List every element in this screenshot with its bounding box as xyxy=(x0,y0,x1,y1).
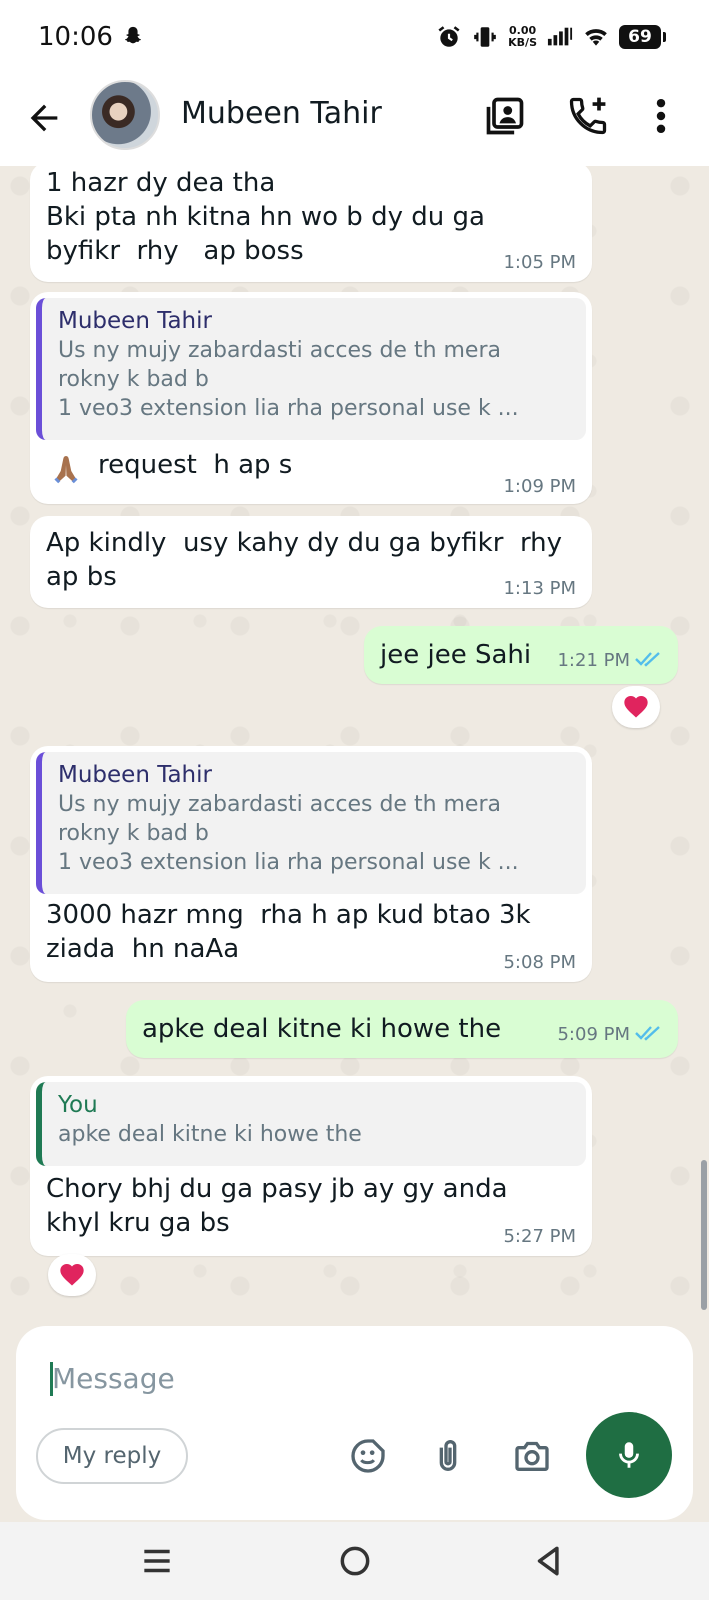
back-icon[interactable] xyxy=(530,1542,568,1580)
message-text: 1 hazr dy dea tha Bki pta nh kitna hn wo… xyxy=(46,168,485,266)
read-ticks-icon xyxy=(635,652,660,667)
quoted-message[interactable]: Mubeen Tahir Us ny mujy zabardasti acces… xyxy=(36,298,586,440)
message-time: 5:09 PM xyxy=(557,1024,664,1045)
system-nav-bar xyxy=(0,1522,709,1600)
composer-area: My reply xyxy=(0,1326,709,1522)
contact-card-icon[interactable] xyxy=(483,94,527,138)
alarm-icon xyxy=(438,26,460,47)
mic-icon xyxy=(619,1442,639,1468)
chat-area[interactable]: 1 hazr dy dea tha Bki pta nh kitna hn wo… xyxy=(0,166,709,1326)
quoted-message[interactable]: Mubeen Tahir Us ny mujy zabardasti acces… xyxy=(36,752,586,894)
status-time: 10:06 xyxy=(38,22,113,52)
folded-hands-emoji xyxy=(48,450,84,486)
signal-icon xyxy=(547,27,573,46)
message-text: Ap kindly usy kahy dy du ga byfikr rhy a… xyxy=(46,528,563,592)
quoted-text: rokny k bad b xyxy=(58,367,209,392)
message-text: jee jee Sahi xyxy=(380,640,532,670)
quoted-sender: You xyxy=(58,1092,98,1118)
incoming-message[interactable]: Mubeen Tahir Us ny mujy zabardasti acces… xyxy=(30,746,592,982)
message-text: request h ap s xyxy=(98,450,293,480)
wifi-icon xyxy=(585,29,607,46)
voice-record-button[interactable] xyxy=(586,1412,672,1498)
message-time: 1:05 PM xyxy=(503,252,576,273)
avatar[interactable] xyxy=(90,80,160,150)
quoted-message[interactable]: You apke deal kitne ki howe the xyxy=(36,1082,586,1166)
message-text: Chory bhj du ga pasy jb ay gy anda khyl … xyxy=(46,1174,508,1238)
back-arrow-icon[interactable] xyxy=(24,98,64,138)
incoming-message[interactable]: You apke deal kitne ki howe the Chory bh… xyxy=(30,1076,592,1256)
quoted-text: rokny k bad b xyxy=(58,821,209,846)
message-composer: My reply xyxy=(16,1326,693,1520)
message-time: 5:08 PM xyxy=(503,952,576,973)
incoming-message[interactable]: Mubeen Tahir Us ny mujy zabardasti acces… xyxy=(30,292,592,504)
read-ticks-icon xyxy=(635,1026,660,1041)
message-time: 1:13 PM xyxy=(503,578,576,599)
battery-icon: 69 xyxy=(619,25,666,49)
quoted-sender: Mubeen Tahir xyxy=(58,308,212,334)
vibrate-icon xyxy=(474,27,496,47)
snapchat-icon xyxy=(125,26,141,44)
message-input[interactable] xyxy=(52,1354,552,1402)
status-bar: 10:06 0.00 KB/S 69 xyxy=(0,0,709,78)
message-time: 5:27 PM xyxy=(503,1226,576,1247)
reaction-heart[interactable] xyxy=(48,1254,96,1296)
camera-icon[interactable] xyxy=(512,1436,552,1476)
more-vert-icon[interactable] xyxy=(646,94,676,138)
heart-icon xyxy=(60,1264,84,1286)
sticker-icon[interactable] xyxy=(348,1436,388,1476)
quoted-text: Us ny mujy zabardasti acces de th mera xyxy=(58,338,501,363)
heart-icon xyxy=(624,696,648,718)
incoming-message[interactable]: Ap kindly usy kahy dy du ga byfikr rhy a… xyxy=(30,516,592,608)
message-time: 1:21 PM xyxy=(557,650,664,671)
quoted-text: 1 veo3 extension lia rha personal use k … xyxy=(58,396,519,421)
quoted-text: Us ny mujy zabardasti acces de th mera xyxy=(58,792,501,817)
home-icon[interactable] xyxy=(336,1542,374,1580)
quoted-text: apke deal kitne ki howe the xyxy=(58,1122,362,1147)
message-time: 1:09 PM xyxy=(503,476,576,497)
attach-icon[interactable] xyxy=(428,1436,468,1476)
add-call-icon[interactable] xyxy=(566,94,610,138)
net-speed: 0.00 KB/S xyxy=(508,24,537,49)
recents-icon[interactable] xyxy=(138,1542,176,1580)
scrollbar-thumb[interactable] xyxy=(701,1160,707,1310)
reaction-heart[interactable] xyxy=(612,686,660,728)
incoming-message[interactable]: 1 hazr dy dea tha Bki pta nh kitna hn wo… xyxy=(30,166,592,282)
quoted-sender: Mubeen Tahir xyxy=(58,762,212,788)
message-text: 3000 hazr mng rha h ap kud btao 3k ziada… xyxy=(46,900,531,964)
chat-header: Mubeen Tahir xyxy=(0,78,709,166)
quoted-text: 1 veo3 extension lia rha personal use k … xyxy=(58,850,519,875)
message-text: apke deal kitne ki howe the xyxy=(142,1014,502,1044)
contact-name[interactable]: Mubeen Tahir xyxy=(181,96,382,131)
my-reply-button[interactable]: My reply xyxy=(36,1428,188,1484)
outgoing-message[interactable]: jee jee Sahi 1:21 PM xyxy=(364,626,678,684)
outgoing-message[interactable]: apke deal kitne ki howe the 5:09 PM xyxy=(126,1000,678,1058)
